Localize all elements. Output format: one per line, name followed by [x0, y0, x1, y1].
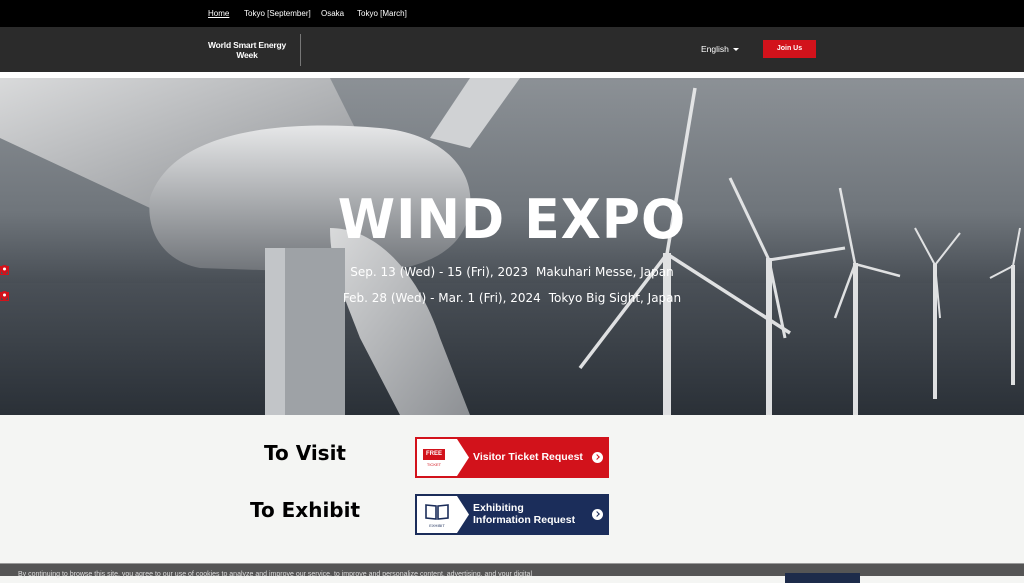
- top-navigation: Home Tokyo [September] Osaka Tokyo [Marc…: [0, 0, 1024, 27]
- event-1-date: Sep. 13 (Wed) - 15 (Fri), 2023: [350, 265, 529, 279]
- exhibit-label: EXHIBIT: [429, 523, 445, 528]
- brand-line-1: World Smart Energy: [208, 40, 286, 50]
- exhibit-button-label-line-1: Exhibiting: [473, 502, 524, 514]
- hero-title: WIND EXPO: [337, 188, 687, 252]
- event-line-tokyo-march: Feb. 28 (Wed) - Mar. 1 (Fri), 2024 Tokyo …: [0, 291, 1024, 305]
- book-icon: [425, 504, 449, 520]
- event-2-venue: Tokyo Big Sight, Japan: [548, 291, 682, 305]
- exhibiting-information-request-button[interactable]: EXHIBIT Exhibiting Information Request: [415, 494, 609, 535]
- to-visit-heading: To Visit: [264, 441, 346, 465]
- cookie-consent-text: By continuing to browse this site, you a…: [18, 571, 533, 578]
- nav-tokyo-march-link[interactable]: Tokyo [March]: [357, 9, 407, 18]
- cookie-consent-banner: By continuing to browse this site, you a…: [0, 563, 1024, 583]
- hero-banner: WIND EXPO Sep. 13 (Wed) - 15 (Fri), 2023…: [0, 78, 1024, 415]
- free-ticket-badge: FREE TICKET: [417, 439, 469, 476]
- exhibit-button-label-line-2: Information Request: [473, 514, 576, 526]
- caret-down-icon: [732, 48, 739, 52]
- event-1-venue: Makuhari Messe, Japan: [536, 265, 674, 279]
- nav-home-link[interactable]: Home: [208, 9, 229, 18]
- map-pin-icon: [0, 265, 9, 275]
- chevron-right-icon: [592, 452, 603, 463]
- brand-divider: [300, 34, 301, 66]
- brand-logo[interactable]: World Smart Energy Week: [204, 40, 290, 60]
- brand-line-2: Week: [236, 50, 258, 60]
- to-exhibit-heading: To Exhibit: [249, 498, 361, 522]
- chevron-right-icon: [592, 509, 603, 520]
- nav-tokyo-september-link[interactable]: Tokyo [September]: [244, 9, 311, 18]
- language-label: English: [701, 44, 729, 54]
- exhibit-badge: EXHIBIT: [417, 496, 469, 533]
- language-selector[interactable]: English: [701, 44, 739, 54]
- nav-osaka-link[interactable]: Osaka: [321, 9, 344, 18]
- join-us-button[interactable]: Join Us: [763, 40, 816, 58]
- visitor-ticket-request-button[interactable]: FREE TICKET Visitor Ticket Request: [415, 437, 609, 478]
- cookie-accept-button[interactable]: [785, 573, 860, 583]
- visitor-ticket-label: Visitor Ticket Request: [473, 451, 583, 463]
- map-pin-icon: [0, 291, 9, 301]
- event-2-date: Feb. 28 (Wed) - Mar. 1 (Fri), 2024: [342, 291, 541, 305]
- call-to-action-section: To Visit To Exhibit FREE TICKET Visitor …: [0, 415, 1024, 565]
- event-line-tokyo-september: Sep. 13 (Wed) - 15 (Fri), 2023 Makuhari M…: [0, 265, 1024, 279]
- site-header: World Smart Energy Week English Join Us: [0, 27, 1024, 72]
- ticket-label: TICKET: [426, 462, 442, 467]
- free-label: FREE: [423, 449, 445, 460]
